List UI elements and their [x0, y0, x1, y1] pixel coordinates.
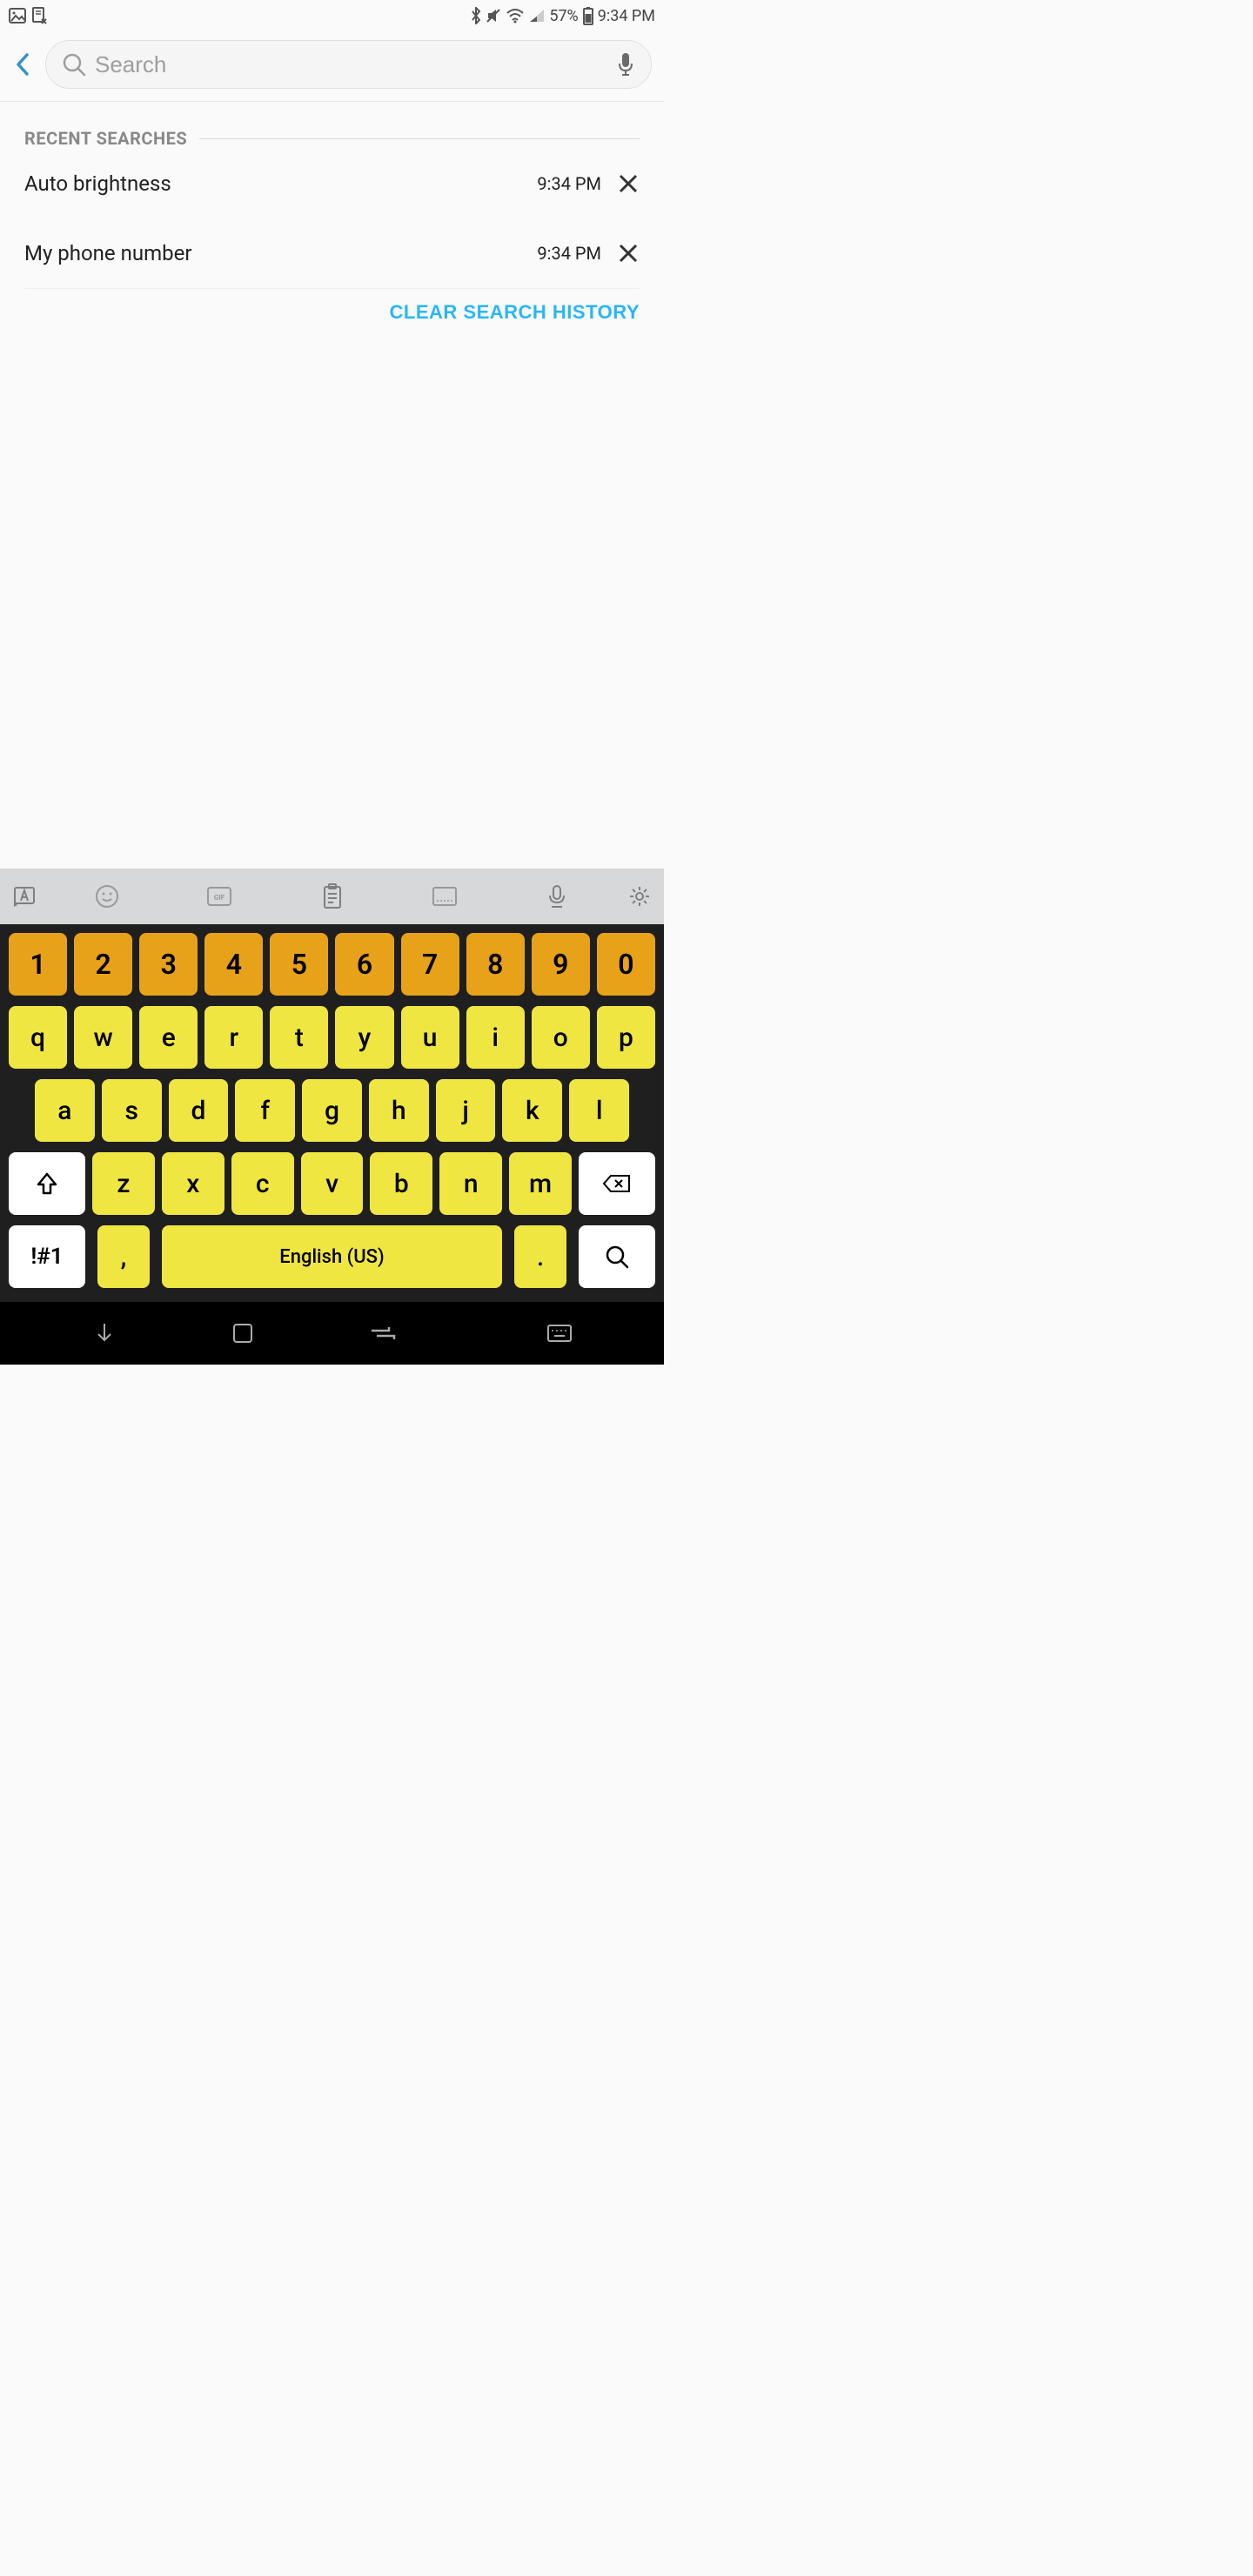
nav-recents[interactable] — [231, 1322, 254, 1345]
key-m[interactable]: m — [509, 1152, 572, 1215]
key-u[interactable]: u — [401, 1006, 459, 1069]
recent-item-label: Auto brightness — [24, 171, 521, 196]
key-num-3[interactable]: 3 — [139, 933, 198, 996]
key-s[interactable]: s — [102, 1079, 162, 1142]
period-key[interactable]: . — [514, 1225, 566, 1288]
recent-searches-header: RECENT SEARCHES — [24, 128, 640, 149]
key-num-7[interactable]: 7 — [401, 933, 459, 996]
key-r[interactable]: r — [204, 1006, 263, 1069]
search-input[interactable] — [95, 51, 607, 78]
comma-key[interactable]: , — [97, 1225, 150, 1288]
key-v[interactable]: v — [301, 1152, 364, 1215]
key-num-8[interactable]: 8 — [466, 933, 525, 996]
key-num-5[interactable]: 5 — [270, 933, 328, 996]
search-key[interactable] — [579, 1225, 655, 1288]
nav-home[interactable] — [368, 1324, 398, 1343]
key-x[interactable]: x — [162, 1152, 224, 1215]
status-bar: 57% 9:34 PM — [0, 0, 664, 31]
key-c[interactable]: c — [231, 1152, 294, 1215]
remove-recent-button[interactable] — [617, 172, 640, 195]
nav-bar — [0, 1302, 664, 1365]
wifi-icon — [506, 8, 525, 23]
mic-icon[interactable] — [616, 51, 635, 77]
search-icon — [62, 52, 86, 77]
recent-item-time: 9:34 PM — [537, 243, 601, 264]
key-h[interactable]: h — [369, 1079, 429, 1142]
key-l[interactable]: l — [569, 1079, 629, 1142]
remove-recent-button[interactable] — [617, 242, 640, 265]
bluetooth-icon — [471, 7, 481, 24]
key-o[interactable]: o — [532, 1006, 590, 1069]
svg-text:GIF: GIF — [214, 894, 225, 902]
key-y[interactable]: y — [335, 1006, 393, 1069]
settings-icon[interactable] — [613, 884, 652, 909]
keyboard-toolbar: GIF — [0, 869, 664, 924]
recent-item-label: My phone number — [24, 241, 521, 265]
nav-keyboard-switch[interactable] — [546, 1324, 573, 1343]
back-button[interactable] — [12, 51, 33, 77]
search-box[interactable] — [45, 40, 652, 89]
key-d[interactable]: d — [169, 1079, 229, 1142]
key-g[interactable]: g — [302, 1079, 362, 1142]
backspace-key[interactable] — [579, 1152, 655, 1215]
key-j[interactable]: j — [436, 1079, 496, 1142]
recent-header-label: RECENT SEARCHES — [24, 128, 187, 149]
symbols-key[interactable]: !#1 — [9, 1225, 85, 1288]
key-num-4[interactable]: 4 — [204, 933, 263, 996]
keyboard-layout-icon[interactable] — [388, 886, 500, 907]
text-input-mode-icon[interactable] — [12, 885, 50, 908]
key-t[interactable]: t — [270, 1006, 328, 1069]
signal-icon — [528, 8, 546, 23]
key-f[interactable]: f — [235, 1079, 295, 1142]
key-num-9[interactable]: 9 — [532, 933, 590, 996]
keyboard: 1234567890 qwertyuiop asdfghjkl zxcvbnm … — [0, 924, 664, 1302]
search-row — [0, 31, 664, 101]
emoji-icon[interactable] — [50, 884, 163, 909]
content-area: RECENT SEARCHES Auto brightness 9:34 PM … — [0, 102, 664, 869]
key-b[interactable]: b — [370, 1152, 432, 1215]
battery-percent: 57% — [549, 7, 578, 25]
key-num-2[interactable]: 2 — [74, 933, 132, 996]
clear-history-button[interactable]: CLEAR SEARCH HISTORY — [390, 301, 640, 324]
doc-icon — [31, 7, 47, 24]
gif-icon[interactable]: GIF — [163, 886, 275, 907]
nav-hide-keyboard[interactable] — [91, 1320, 117, 1346]
space-key[interactable]: English (US) — [162, 1225, 502, 1288]
key-num-6[interactable]: 6 — [335, 933, 393, 996]
key-w[interactable]: w — [74, 1006, 132, 1069]
key-i[interactable]: i — [466, 1006, 525, 1069]
recent-item[interactable]: My phone number 9:34 PM — [24, 218, 640, 288]
key-num-1[interactable]: 1 — [9, 933, 67, 996]
key-p[interactable]: p — [597, 1006, 655, 1069]
status-time: 9:34 PM — [598, 7, 655, 25]
key-a[interactable]: a — [35, 1079, 95, 1142]
image-icon — [9, 8, 26, 23]
mute-icon — [485, 7, 502, 24]
key-z[interactable]: z — [92, 1152, 155, 1215]
key-e[interactable]: e — [139, 1006, 198, 1069]
voice-input-icon[interactable] — [501, 883, 613, 909]
recent-item-time: 9:34 PM — [537, 173, 601, 194]
key-q[interactable]: q — [9, 1006, 67, 1069]
key-num-0[interactable]: 0 — [597, 933, 655, 996]
key-n[interactable]: n — [439, 1152, 502, 1215]
shift-key[interactable] — [9, 1152, 85, 1215]
recent-item[interactable]: Auto brightness 9:34 PM — [24, 149, 640, 218]
clipboard-icon[interactable] — [276, 883, 388, 909]
key-k[interactable]: k — [502, 1079, 562, 1142]
battery-icon — [582, 6, 594, 25]
